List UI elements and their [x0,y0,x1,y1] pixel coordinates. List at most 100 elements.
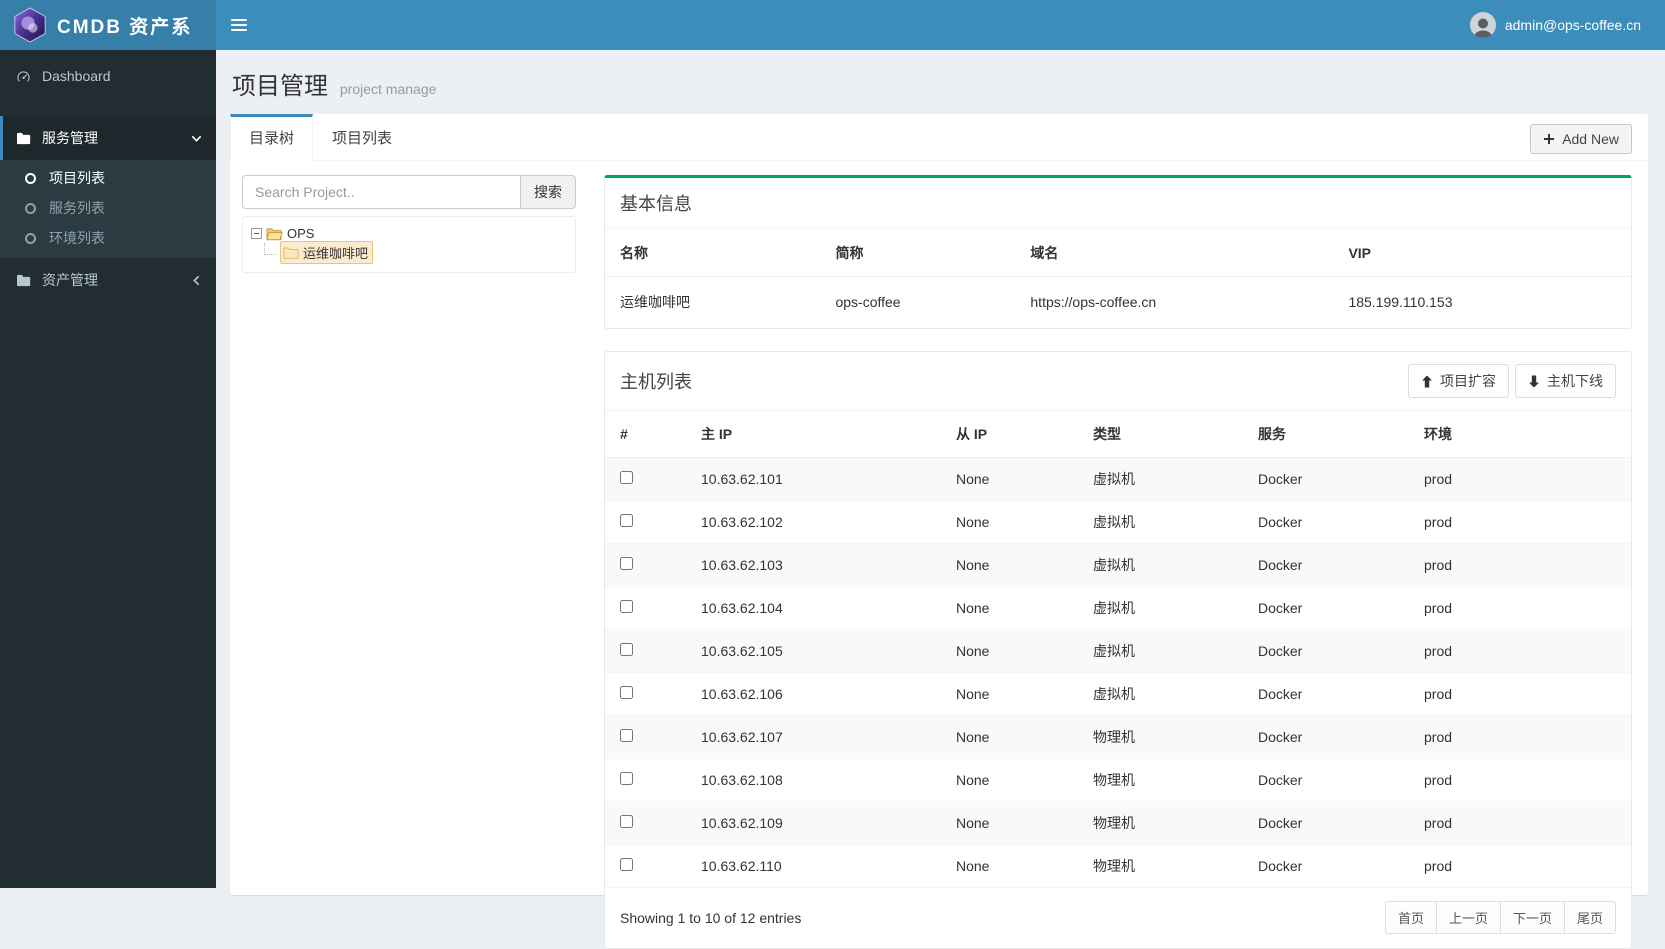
sidebar-item-asset-manage[interactable]: 资产管理 [0,258,216,302]
cell-slave: None [946,758,1083,802]
tab-directory-tree[interactable]: 目录树 [230,114,314,161]
row-checkbox-cell [605,672,691,716]
table-row: 10.63.62.103 None 虚拟机 Docker prod [605,543,1631,587]
host-list-box: 主机列表 项目扩容 主机下线 # 主 IP 从 IP 类型 服务 环境 10.6… [604,351,1632,949]
basic-info-box: 基本信息 名称 简称 域名 VIP 运维咖啡吧 ops-coffee https… [604,175,1632,329]
row-checkbox[interactable] [620,686,633,699]
cell-ip: 10.63.62.109 [691,801,946,845]
page-title: 项目管理 [232,73,328,100]
hamburger-icon[interactable] [216,0,262,50]
tree-connector [264,242,276,255]
cmdb-logo-icon [12,7,48,43]
basic-info-header: 基本信息 [605,178,1631,229]
row-checkbox[interactable] [620,815,633,828]
tree-node-label: OPS [287,226,315,241]
pagination-prev[interactable]: 上一页 [1435,901,1501,934]
tab-bar: 目录树 项目列表 [230,114,1648,161]
basic-info-title: 基本信息 [620,194,692,214]
add-new-button[interactable]: Add New [1530,124,1632,154]
sidebar-item-label: 服务列表 [49,200,105,216]
sidebar-item-label: 项目列表 [49,170,105,186]
column-header: # [605,411,691,458]
sidebar-item-service-list[interactable]: 服务列表 [0,193,216,223]
pagination-last[interactable]: 尾页 [1563,901,1616,934]
host-table-body: 10.63.62.101 None 虚拟机 Docker prod 10.63.62.10… [605,457,1631,887]
add-new-label: Add New [1562,131,1619,147]
cell-env: prod [1414,457,1631,501]
entries-info: Showing 1 to 10 of 12 entries [620,909,802,926]
column-header: VIP [1333,229,1631,277]
pagination-first[interactable]: 首页 [1384,901,1437,934]
row-checkbox[interactable] [620,471,633,484]
brand-title: CMDB 资产系 [57,16,193,38]
folder-icon [15,274,32,287]
table-row: 运维咖啡吧 ops-coffee https://ops-coffee.cn 1… [605,277,1631,329]
row-checkbox[interactable] [620,643,633,656]
row-checkbox[interactable] [620,557,633,570]
cell-type: 虚拟机 [1083,500,1248,544]
cell-vip: 185.199.110.153 [1348,294,1453,310]
row-checkbox[interactable] [620,600,633,613]
project-expand-label: 项目扩容 [1440,373,1496,389]
cell-env: prod [1414,629,1631,673]
project-tree: OPS 运维咖啡吧 [242,216,576,273]
cell-type: 虚拟机 [1083,672,1248,716]
sidebar-item-env-list[interactable]: 环境列表 [0,223,216,253]
pagination: 首页 上一页 下一页 尾页 [1384,901,1616,934]
column-header: 域名 [1015,229,1334,277]
tab-content: 搜索 OPS [230,161,1648,949]
cell-service: Docker [1248,586,1414,630]
tree-node-selected[interactable]: 运维咖啡吧 [280,241,374,264]
host-list-title: 主机列表 [620,372,692,392]
cell-type: 物理机 [1083,844,1248,887]
user-email: admin@ops-coffee.cn [1504,17,1641,33]
cell-slave: None [946,672,1083,716]
tree-node-label: 运维咖啡吧 [303,246,369,261]
host-offline-button[interactable]: 主机下线 [1515,364,1616,398]
search-group: 搜索 [242,175,576,209]
cell-type: 虚拟机 [1083,457,1248,501]
basic-info-table: 名称 简称 域名 VIP 运维咖啡吧 ops-coffee https://op… [605,229,1631,328]
cell-ip: 10.63.62.102 [691,500,946,544]
cell-service: Docker [1248,543,1414,587]
cell-env: prod [1414,586,1631,630]
pagination-next[interactable]: 下一页 [1499,901,1565,934]
cell-service: Docker [1248,801,1414,845]
content-header: 项目管理 project manage [230,58,1648,114]
cell-slave: None [946,543,1083,587]
arrow-up-icon [1421,375,1433,388]
table-row: 10.63.62.104 None 虚拟机 Docker prod [605,586,1631,630]
row-checkbox[interactable] [620,729,633,742]
tree-node-child[interactable]: 运维咖啡吧 [264,241,567,264]
search-input[interactable] [242,175,520,209]
sidebar-item-project-list[interactable]: 项目列表 [0,163,216,193]
gauge-icon [15,69,32,84]
cell-env: prod [1414,801,1631,845]
row-checkbox[interactable] [620,772,633,785]
cell-service: Docker [1248,629,1414,673]
sidebar-item-label: 环境列表 [49,230,105,246]
user-menu[interactable]: admin@ops-coffee.cn [1458,0,1665,50]
host-list-actions: 项目扩容 主机下线 [1408,364,1616,398]
sidebar-item-dashboard[interactable]: Dashboard [0,54,216,98]
avatar [1469,12,1496,38]
brand-logo[interactable]: CMDB 资产系 [0,0,216,50]
sidebar-item-service-manage[interactable]: 服务管理 [0,116,216,160]
table-row: 10.63.62.105 None 虚拟机 Docker prod [605,629,1631,673]
search-button[interactable]: 搜索 [520,175,576,209]
cell-service: Docker [1248,715,1414,759]
tree-column: 搜索 OPS [242,175,576,949]
column-header: 类型 [1083,411,1248,458]
row-checkbox[interactable] [620,858,633,871]
cell-env: prod [1414,715,1631,759]
row-checkbox-cell [605,629,691,673]
collapse-icon[interactable] [251,228,262,239]
cell-env: prod [1414,758,1631,802]
table-row: 10.63.62.110 None 物理机 Docker prod [605,844,1631,887]
cell-service: Docker [1248,672,1414,716]
row-checkbox[interactable] [620,514,633,527]
tab-project-list[interactable]: 项目列表 [313,114,411,161]
host-list-header: 主机列表 项目扩容 主机下线 [605,352,1631,411]
host-offline-label: 主机下线 [1547,373,1603,389]
project-expand-button[interactable]: 项目扩容 [1408,364,1509,398]
